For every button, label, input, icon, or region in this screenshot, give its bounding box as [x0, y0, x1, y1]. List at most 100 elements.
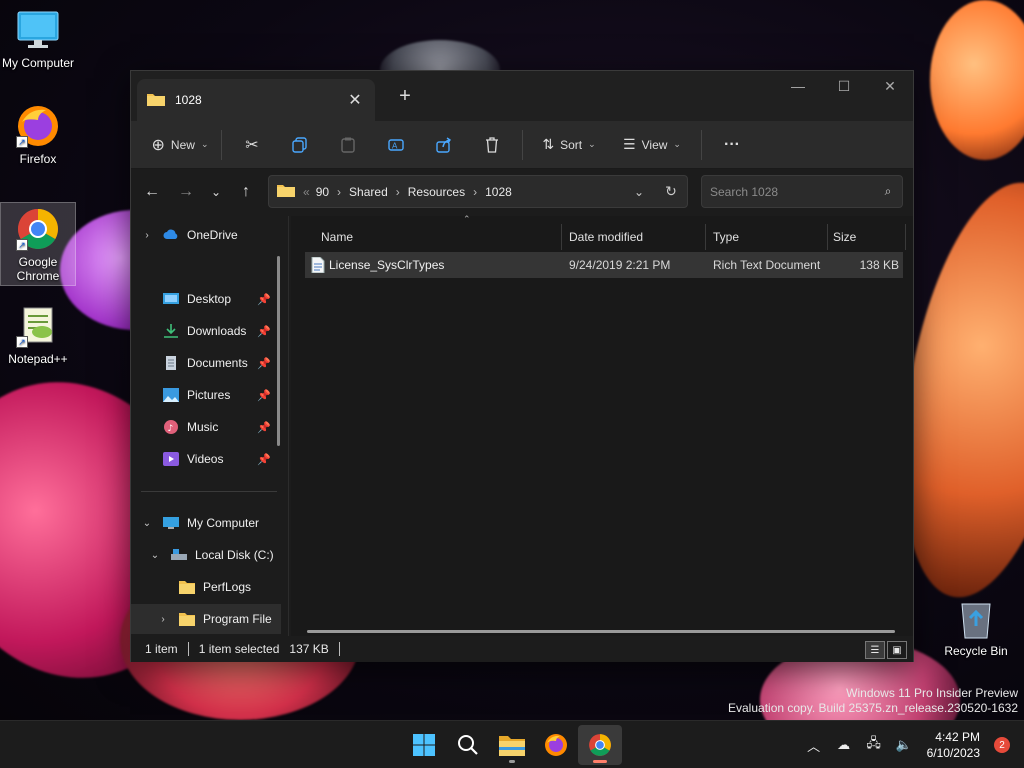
details-view-icon: ☰ — [870, 644, 880, 656]
more-options-button[interactable]: ··· — [708, 129, 756, 161]
column-divider[interactable] — [905, 224, 906, 250]
taskbar-file-explorer[interactable] — [490, 725, 534, 765]
taskbar-chrome[interactable] — [578, 725, 622, 765]
nav-item-documents[interactable]: Documents 📌 — [131, 348, 281, 378]
column-divider[interactable] — [705, 224, 706, 250]
file-row[interactable]: License_SysClrTypes 9/24/2019 2:21 PM Ri… — [305, 252, 903, 278]
nav-label: OneDrive — [187, 228, 238, 242]
nav-item-my-computer[interactable]: ⌄ My Computer — [131, 508, 281, 538]
chevron-down-icon[interactable]: ⌄ — [139, 518, 155, 529]
new-tab-button[interactable]: + — [393, 85, 417, 108]
share-button[interactable] — [420, 129, 468, 161]
view-button[interactable]: ☰ View ⌄ — [609, 129, 695, 161]
nav-item-program-files[interactable]: › Program File — [131, 604, 281, 634]
notification-badge[interactable]: 2 — [994, 737, 1010, 753]
horizontal-scrollbar[interactable] — [307, 630, 895, 633]
nav-item-local-disk[interactable]: ⌄ Local Disk (C:) — [131, 540, 281, 570]
address-bar[interactable]: « 90 › Shared › Resources › 1028 ⌄ ↻ — [268, 175, 688, 208]
recent-locations-button[interactable]: ⌄ — [201, 177, 231, 207]
breadcrumb-item-90[interactable]: 90 — [316, 185, 329, 199]
search-input[interactable] — [710, 184, 874, 199]
column-header-name[interactable]: Name ⌃ — [321, 214, 561, 252]
maximize-button[interactable]: ☐ — [821, 71, 867, 101]
nav-item-desktop[interactable]: Desktop 📌 — [131, 284, 281, 314]
large-icons-view-button[interactable]: ▣ — [887, 641, 907, 659]
address-history-button[interactable]: ⌄ — [623, 185, 655, 199]
up-button[interactable]: ↑ — [231, 177, 261, 207]
command-bar: ⊕ New ⌄ ✂ A ⇅ Sort ⌄ ☰ View ⌄ ··· — [131, 121, 913, 169]
paste-button[interactable] — [324, 129, 372, 161]
nav-label: Videos — [187, 452, 224, 466]
onedrive-status-button[interactable]: ☁ — [829, 737, 859, 753]
new-button[interactable]: ⊕ New ⌄ — [145, 129, 215, 161]
column-divider[interactable] — [561, 224, 562, 250]
breadcrumb-item-resources[interactable]: Resources — [408, 185, 465, 199]
nav-item-music[interactable]: ♪ Music 📌 — [131, 412, 281, 442]
breadcrumb-overflow[interactable]: « — [303, 185, 310, 199]
volume-button[interactable]: 🔈 — [889, 737, 919, 753]
folder-icon — [179, 580, 195, 594]
breadcrumb-item-1028[interactable]: 1028 — [485, 185, 512, 199]
copy-button[interactable] — [276, 129, 324, 161]
nav-item-perflogs[interactable]: PerfLogs — [131, 572, 281, 602]
chevron-right-icon[interactable]: › — [155, 614, 171, 625]
chevron-right-icon[interactable]: › — [139, 230, 155, 241]
nav-item-videos[interactable]: Videos 📌 — [131, 444, 281, 474]
arrow-right-icon: → — [178, 183, 194, 200]
back-button[interactable]: ← — [137, 177, 167, 207]
forward-button[interactable]: → — [171, 177, 201, 207]
close-window-button[interactable]: ✕ — [867, 71, 913, 101]
desktop-icon-recycle-bin[interactable]: Recycle Bin — [938, 596, 1014, 658]
breadcrumb-separator-icon[interactable]: › — [396, 185, 400, 199]
network-button[interactable]: 🖧 — [859, 734, 889, 756]
pin-icon: 📌 — [257, 421, 271, 434]
desktop-icon-google-chrome[interactable]: ↗ Google Chrome — [0, 202, 76, 286]
pin-icon: 📌 — [257, 293, 271, 306]
search-icon[interactable]: ⌕ — [874, 184, 902, 199]
sort-button[interactable]: ⇅ Sort ⌄ — [529, 129, 609, 161]
show-hidden-icons-button[interactable]: ︿ — [799, 736, 829, 755]
column-header-type[interactable]: Type — [713, 222, 831, 252]
taskbar-search-button[interactable] — [446, 725, 490, 765]
nav-item-onedrive[interactable]: › OneDrive — [131, 220, 281, 250]
column-header-date-modified[interactable]: Date modified — [569, 222, 707, 252]
sort-icon: ⇅ — [542, 136, 555, 152]
tab-1028[interactable]: 1028 ✕ — [137, 79, 375, 121]
rename-button[interactable]: A — [372, 129, 420, 161]
tab-close-icon[interactable]: ✕ — [341, 86, 369, 114]
clock-date: 6/10/2023 — [926, 746, 980, 760]
refresh-button[interactable]: ↻ — [655, 183, 687, 200]
desktop-icon-notepad-plus-plus[interactable]: ↗ Notepad++ — [0, 304, 76, 366]
breadcrumb-separator-icon[interactable]: › — [473, 185, 477, 199]
column-header-size[interactable]: Size — [833, 222, 903, 252]
trash-icon — [486, 136, 498, 153]
drive-icon — [171, 548, 187, 562]
search-icon — [458, 735, 478, 755]
taskbar-firefox[interactable] — [534, 725, 578, 765]
column-label: Type — [713, 230, 740, 244]
minimize-button[interactable]: — — [775, 71, 821, 101]
search-box[interactable]: ⌕ — [701, 175, 903, 208]
chrome-icon: ↗ — [16, 207, 60, 251]
nav-item-pictures[interactable]: Pictures 📌 — [131, 380, 281, 410]
cut-button[interactable]: ✂ — [228, 129, 276, 161]
delete-button[interactable] — [468, 129, 516, 161]
desktop-icon-my-computer[interactable]: My Computer — [0, 8, 76, 70]
new-label: New — [170, 137, 195, 152]
tab-title: 1028 — [175, 93, 202, 107]
desktop-icon-firefox[interactable]: ↗ Firefox — [0, 104, 76, 166]
sort-ascending-icon: ⌃ — [463, 214, 471, 224]
breadcrumb-separator-icon[interactable]: › — [337, 185, 341, 199]
nav-item-downloads[interactable]: Downloads 📌 — [131, 316, 281, 346]
details-view-button[interactable]: ☰ — [865, 641, 885, 659]
title-bar: 1028 ✕ + — ☐ ✕ — [131, 71, 913, 121]
nav-divider — [141, 491, 277, 492]
watermark-line-2: Evaluation copy. Build 25375.zn_release.… — [728, 701, 1018, 715]
clock[interactable]: 4:42 PM 6/10/2023 — [927, 729, 980, 761]
explorer-body: › OneDrive Desktop 📌 Downloads 📌 Documen… — [131, 214, 913, 636]
column-label: Date modified — [569, 230, 644, 244]
chevron-down-icon[interactable]: ⌄ — [147, 550, 163, 561]
column-divider[interactable] — [827, 224, 828, 250]
start-button[interactable] — [402, 725, 446, 765]
breadcrumb-item-shared[interactable]: Shared — [349, 185, 388, 199]
